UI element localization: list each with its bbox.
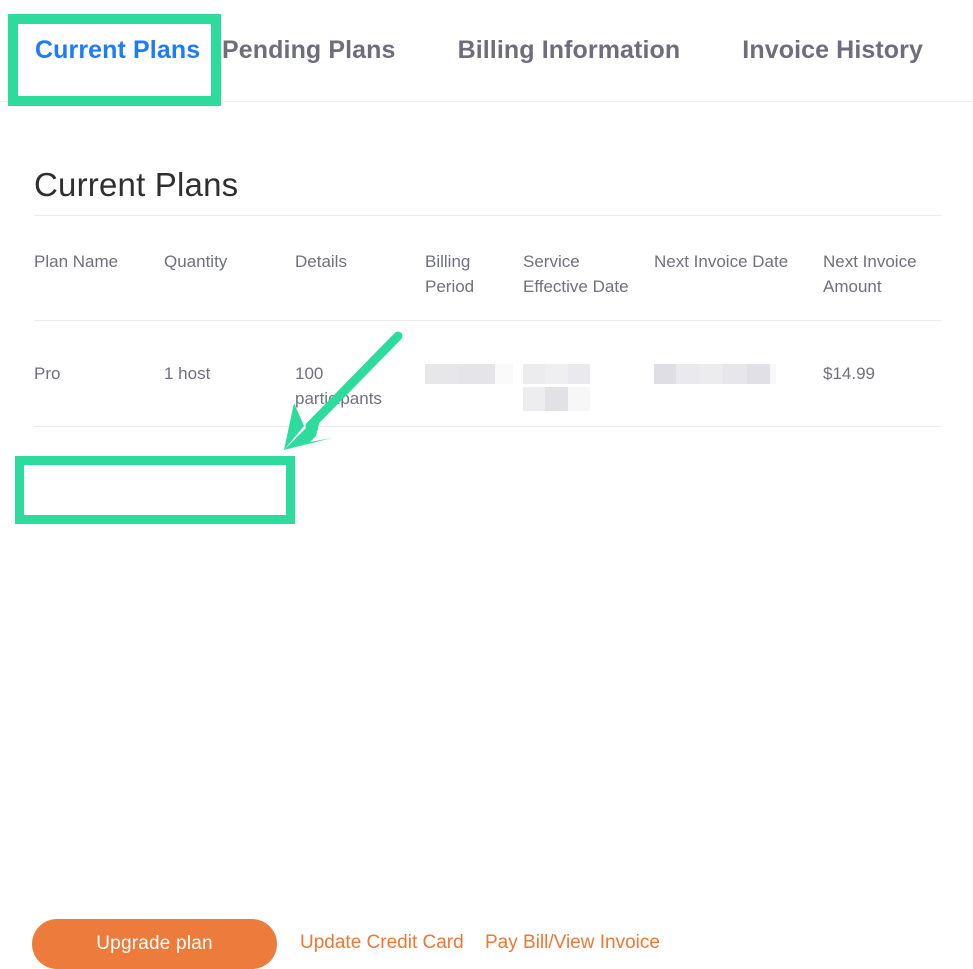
page-title: Current Plans [34, 166, 239, 204]
table-header-row: Plan Name Quantity Details Billing Perio… [34, 216, 941, 320]
tab-list: Current Plans Pending Plans Billing Info… [0, 0, 923, 101]
cell-service-effective-date [523, 321, 654, 411]
cell-billing-period [425, 321, 523, 384]
upgrade-plan-button[interactable]: Upgrade plan [32, 919, 277, 969]
tab-billing-information-label: Billing Information [457, 36, 681, 64]
cell-next-invoice-amount: $14.99 [823, 364, 875, 383]
tab-current-plans[interactable]: Current Plans [0, 0, 200, 101]
column-header-next-invoice-amount: Next Invoice Amount [823, 252, 917, 296]
column-header-details: Details [295, 252, 347, 271]
current-plans-table: Plan Name Quantity Details Billing Perio… [34, 215, 941, 427]
column-header-quantity: Quantity [164, 252, 228, 271]
cell-plan-name: Pro [34, 364, 61, 383]
tab-bar: Current Plans Pending Plans Billing Info… [0, 0, 973, 102]
column-header-billing-period: Billing Period [425, 252, 475, 296]
tab-billing-information[interactable]: Billing Information [458, 0, 681, 101]
table-row: Pro 1 host 100 participants $14.99 [34, 321, 941, 426]
cell-quantity: 1 host [164, 364, 211, 383]
action-bar: Upgrade plan Update Credit Card Pay Bill… [0, 455, 973, 969]
tab-pending-plans-label: Pending Plans [222, 36, 396, 64]
update-credit-card-link[interactable]: Update Credit Card [300, 932, 464, 954]
column-header-service-effective-date: Service Effective Date [523, 252, 629, 296]
column-header-next-invoice-date: Next Invoice Date [654, 252, 789, 271]
active-tab-underline [35, 99, 195, 102]
tab-current-plans-label: Current Plans [35, 36, 201, 64]
table-bottom-divider [34, 426, 941, 427]
cell-next-invoice-date [654, 321, 823, 384]
tab-invoice-history[interactable]: Invoice History [742, 0, 923, 101]
cell-details: 100 participants [295, 364, 382, 408]
tab-invoice-history-label: Invoice History [742, 36, 924, 64]
tab-pending-plans[interactable]: Pending Plans [222, 0, 396, 101]
column-header-plan-name: Plan Name [34, 252, 119, 271]
pay-bill-view-invoice-link[interactable]: Pay Bill/View Invoice [485, 932, 660, 954]
